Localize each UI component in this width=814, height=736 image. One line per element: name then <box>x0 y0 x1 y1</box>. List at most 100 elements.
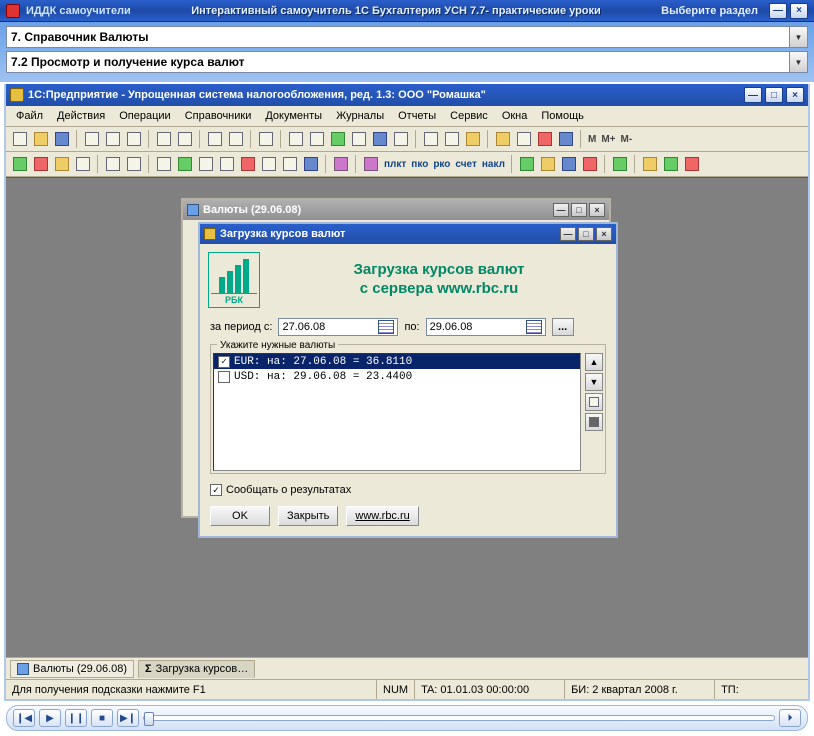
close-button[interactable]: Закрыть <box>278 506 338 526</box>
currencies-max-button[interactable]: □ <box>571 203 587 217</box>
load-rates-titlebar[interactable]: Загрузка курсов валют — □ × <box>200 224 616 244</box>
tool-d-icon[interactable] <box>349 129 369 149</box>
lesson-combobox[interactable]: 7.2 Просмотр и получение курса валют <box>6 51 808 73</box>
t2-u-icon[interactable] <box>640 154 660 174</box>
calendar-icon[interactable] <box>378 320 394 334</box>
btn-nakl[interactable]: накл <box>480 159 507 170</box>
date-to-input[interactable]: 29.06.08 <box>426 318 546 336</box>
tutorial-close-button[interactable]: × <box>790 3 808 19</box>
calendar-icon[interactable] <box>526 320 542 334</box>
tool-h-icon[interactable] <box>442 129 462 149</box>
ok-button[interactable]: OK <box>210 506 270 526</box>
tool-f-icon[interactable] <box>391 129 411 149</box>
currency-list[interactable]: ✓ EUR: на: 27.06.08 = 36.8110 USD: на: 2… <box>213 353 581 471</box>
tool-b-icon[interactable] <box>307 129 327 149</box>
section-combobox-button[interactable] <box>789 27 807 47</box>
copy-icon[interactable] <box>103 129 123 149</box>
t2-t-icon[interactable] <box>610 154 630 174</box>
app-minimize-button[interactable]: — <box>744 87 762 103</box>
t2-w-icon[interactable] <box>682 154 702 174</box>
t2-r-icon[interactable] <box>559 154 579 174</box>
player-prev-button[interactable]: ❙◀ <box>13 709 35 727</box>
currencies-close-button[interactable]: × <box>589 203 605 217</box>
lesson-combobox-button[interactable] <box>789 52 807 72</box>
menu-windows[interactable]: Окна <box>496 108 534 124</box>
t2-b-icon[interactable] <box>31 154 51 174</box>
cut-icon[interactable] <box>82 129 102 149</box>
row-checkbox[interactable]: ✓ <box>218 356 230 368</box>
t2-a-icon[interactable] <box>10 154 30 174</box>
list-up-button[interactable]: ▲ <box>585 353 603 371</box>
t2-f-icon[interactable] <box>124 154 144 174</box>
open-icon[interactable] <box>31 129 51 149</box>
t2-s-icon[interactable] <box>580 154 600 174</box>
report-icon[interactable] <box>226 129 246 149</box>
list-item[interactable]: USD: на: 29.06.08 = 23.4400 <box>214 369 580 384</box>
report-results-checkbox[interactable]: ✓ <box>210 484 222 496</box>
btn-pko[interactable]: пко <box>409 159 430 170</box>
app-maximize-button[interactable]: □ <box>765 87 783 103</box>
redo-icon[interactable] <box>175 129 195 149</box>
list-check-button[interactable] <box>585 393 603 411</box>
btn-rko[interactable]: рко <box>431 159 452 170</box>
t2-v-icon[interactable] <box>661 154 681 174</box>
menu-reports[interactable]: Отчеты <box>392 108 442 124</box>
date-from-input[interactable]: 27.06.08 <box>278 318 398 336</box>
window-tab-load-rates[interactable]: Σ Загрузка курсов… <box>138 660 255 678</box>
currencies-min-button[interactable]: — <box>553 203 569 217</box>
app-close-button[interactable]: × <box>786 87 804 103</box>
memory-m-button[interactable]: M <box>586 134 598 145</box>
tool-k-icon[interactable] <box>514 129 534 149</box>
t2-book-icon[interactable] <box>331 154 351 174</box>
t2-h-icon[interactable] <box>175 154 195 174</box>
t2-c-icon[interactable] <box>52 154 72 174</box>
list-uncheck-button[interactable] <box>585 413 603 431</box>
tool-i-icon[interactable] <box>463 129 483 149</box>
player-thumb[interactable] <box>144 712 154 726</box>
t2-l-icon[interactable] <box>259 154 279 174</box>
tool-c-icon[interactable] <box>328 129 348 149</box>
list-item[interactable]: ✓ EUR: на: 27.06.08 = 36.8110 <box>214 354 580 369</box>
tool-e-icon[interactable] <box>370 129 390 149</box>
tool-l-icon[interactable] <box>535 129 555 149</box>
t2-j-icon[interactable] <box>217 154 237 174</box>
menu-actions[interactable]: Действия <box>51 108 111 124</box>
memory-mplus-button[interactable]: M+ <box>599 134 617 145</box>
dialog-max-button[interactable]: □ <box>578 227 594 241</box>
tool-a-icon[interactable] <box>286 129 306 149</box>
currencies-window-titlebar[interactable]: Валюты (29.06.08) — □ × <box>183 200 609 220</box>
undo-icon[interactable] <box>154 129 174 149</box>
t2-k-icon[interactable] <box>238 154 258 174</box>
t2-p-icon[interactable] <box>517 154 537 174</box>
t2-n-icon[interactable] <box>301 154 321 174</box>
menu-catalogs[interactable]: Справочники <box>179 108 258 124</box>
t2-g-icon[interactable] <box>154 154 174 174</box>
dialog-close-button[interactable]: × <box>596 227 612 241</box>
menu-operations[interactable]: Операции <box>113 108 176 124</box>
row-checkbox[interactable] <box>218 371 230 383</box>
t2-books-icon[interactable] <box>361 154 381 174</box>
menu-documents[interactable]: Документы <box>259 108 328 124</box>
find-icon[interactable] <box>256 129 276 149</box>
section-combobox[interactable]: 7. Справочник Валюты <box>6 26 808 48</box>
menu-help[interactable]: Помощь <box>535 108 590 124</box>
list-down-button[interactable]: ▼ <box>585 373 603 391</box>
t2-i-icon[interactable] <box>196 154 216 174</box>
btn-plkt[interactable]: плкт <box>382 159 408 170</box>
player-stop-button[interactable]: ■ <box>91 709 113 727</box>
new-icon[interactable] <box>10 129 30 149</box>
btn-schet[interactable]: счет <box>453 159 478 170</box>
menu-journals[interactable]: Журналы <box>330 108 390 124</box>
t2-d-icon[interactable] <box>73 154 93 174</box>
player-next-button[interactable]: ▶❙ <box>117 709 139 727</box>
t2-m-icon[interactable] <box>280 154 300 174</box>
memory-mminus-button[interactable]: M- <box>619 134 635 145</box>
rbc-link-button[interactable]: www.rbc.ru <box>346 506 418 526</box>
t2-q-icon[interactable] <box>538 154 558 174</box>
menu-file[interactable]: Файл <box>10 108 49 124</box>
player-play-button[interactable]: ▶ <box>39 709 61 727</box>
save-icon[interactable] <box>52 129 72 149</box>
dialog-min-button[interactable]: — <box>560 227 576 241</box>
tool-j-icon[interactable] <box>493 129 513 149</box>
player-pause-button[interactable]: ❙❙ <box>65 709 87 727</box>
